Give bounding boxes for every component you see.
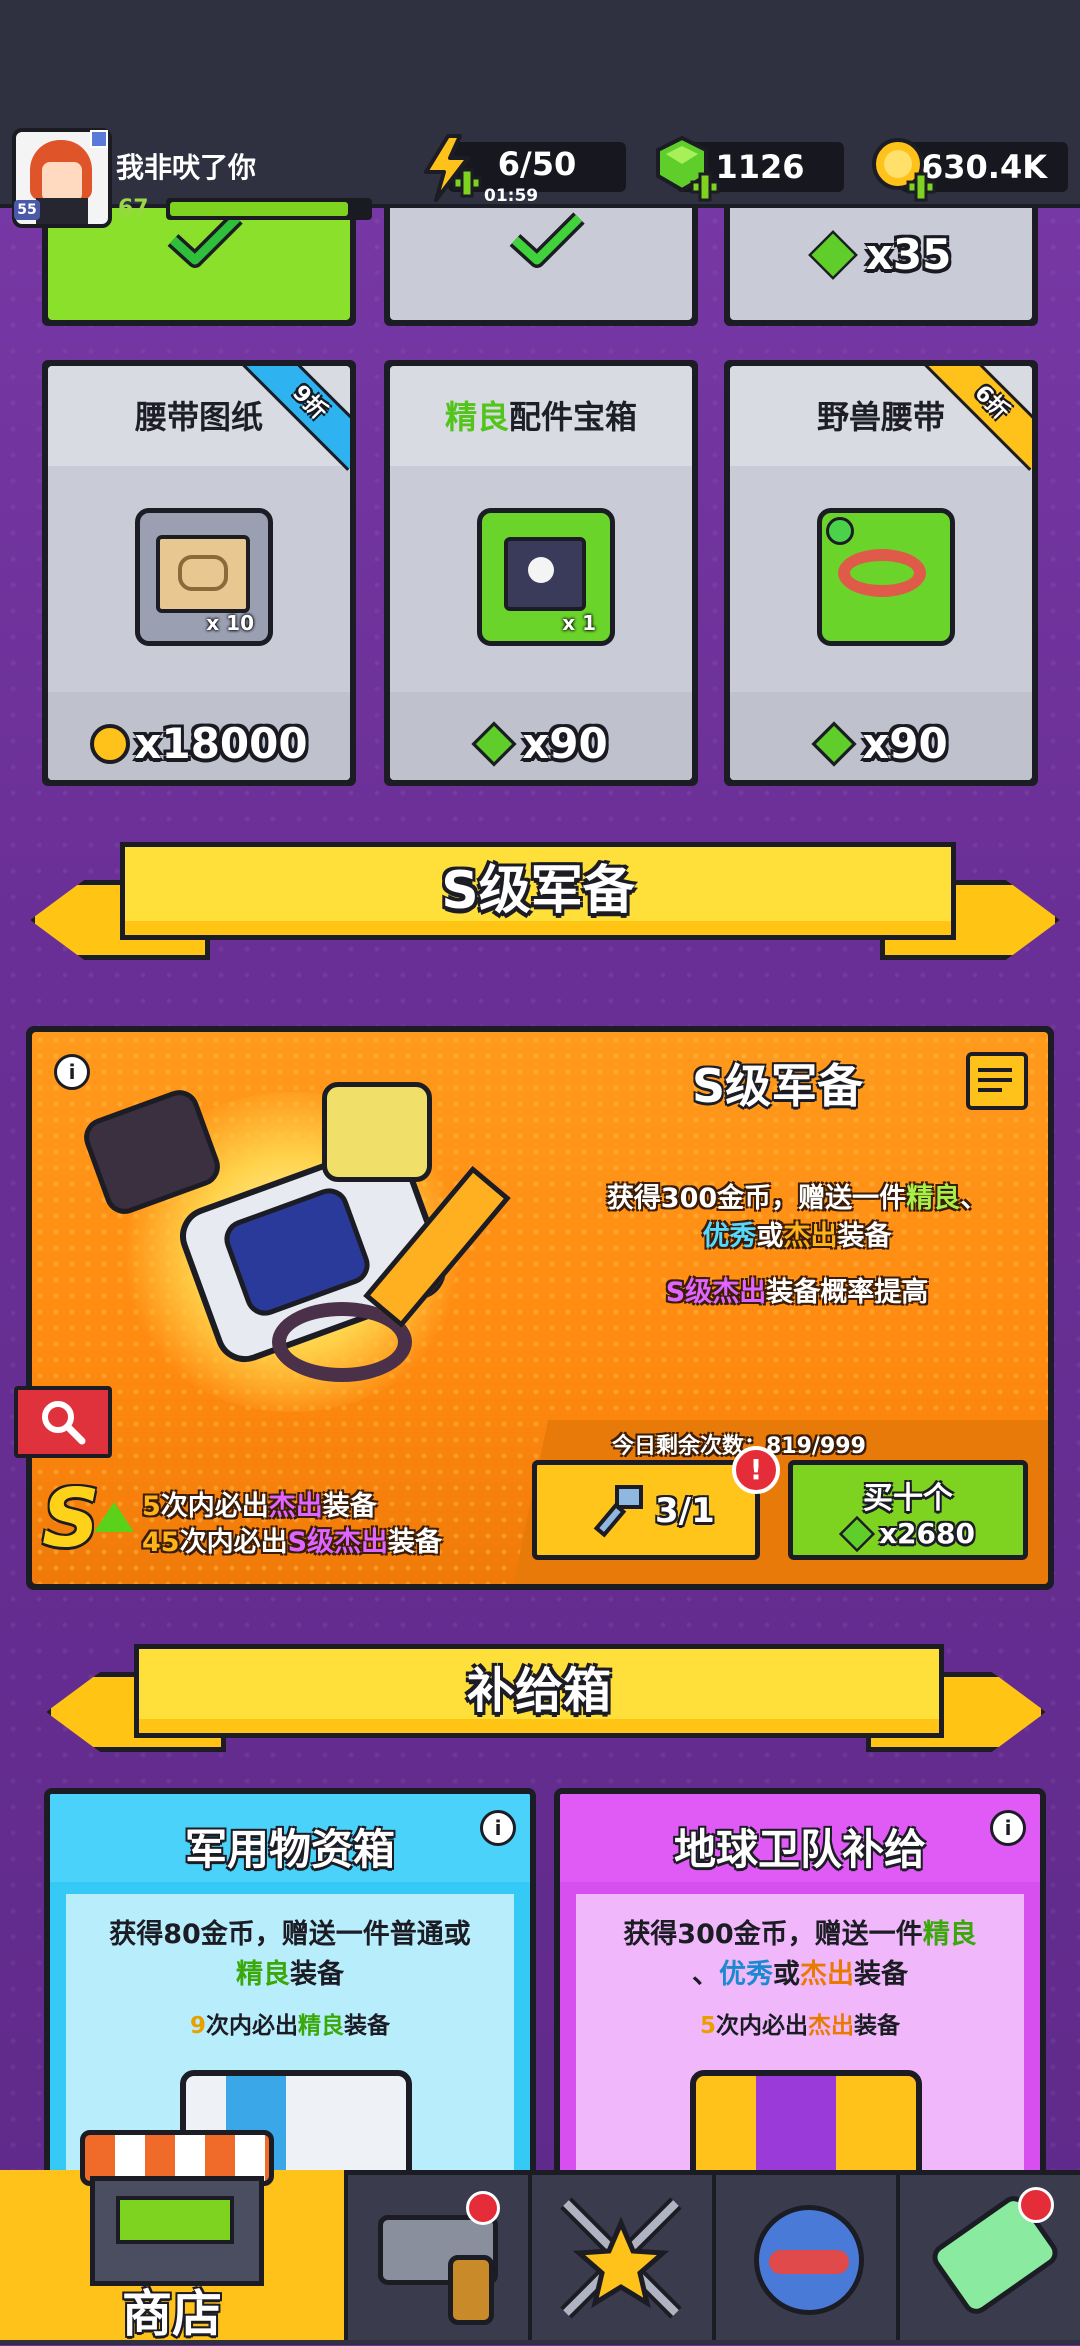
shop-icon [80, 2130, 274, 2286]
nav-tab-evolution[interactable] [896, 2175, 1080, 2340]
card-title: 精良配件宝箱 [444, 398, 638, 436]
star-swords-icon [560, 2197, 682, 2319]
nav-label-shop: 商店 [122, 2285, 222, 2343]
globe-icon [754, 2205, 864, 2315]
s-grade-icon: S [42, 1472, 100, 1565]
pity-line-1: 5次内必出杰出装备 [142, 1491, 377, 1522]
player-level-badge: 55 [14, 200, 40, 220]
top-card-2[interactable] [384, 190, 698, 326]
gem-icon [471, 720, 517, 767]
card-price: x90 [390, 716, 692, 768]
lightning-icon[interactable] [418, 132, 482, 204]
xp-bar-fill [170, 202, 348, 216]
status-bar [0, 0, 1080, 120]
player-name: 我非吠了你 [116, 151, 257, 184]
top-card-price: x35 [730, 229, 1032, 280]
nav-tab-talents[interactable] [528, 2175, 712, 2340]
list-icon[interactable] [966, 1052, 1028, 1110]
equipment-illustration [52, 1052, 542, 1432]
s-panel-title: S级军备 [692, 1059, 864, 1113]
section-title: 补给箱 [134, 1644, 944, 1738]
gem-icon [811, 720, 857, 767]
section-title: S级军备 [120, 842, 956, 940]
notification-badge [466, 2191, 500, 2225]
key-icon [593, 1485, 643, 1538]
key-open-button[interactable]: 3/1 [532, 1460, 760, 1560]
supply-title: 地球卫队补给 [673, 1825, 926, 1874]
belt-icon [817, 508, 955, 646]
supply-desc-line1: 获得80金币，赠送一件普通或 [109, 1919, 471, 1950]
supply-pity: 9次内必出精良装备 [189, 2013, 390, 2039]
chest-icon: x 1 [477, 508, 615, 646]
s-tier-panel: i S级军备 获得300金币，赠送一件精良、 优秀或杰出装备 S级杰出装备概率提… [26, 1026, 1054, 1590]
supply-title: 军用物资箱 [184, 1825, 395, 1874]
top-card-3[interactable]: x35 [724, 190, 1038, 326]
supply-desc-line2: 精良装备 [236, 1959, 344, 1990]
energy-timer: 01:59 [484, 186, 539, 206]
shop-card-fine-accessory-chest[interactable]: 精良配件宝箱 x 1 x90 [384, 360, 698, 786]
supply-desc-line2: 、优秀或杰出装备 [692, 1959, 908, 1990]
buy-ten-button[interactable]: 买十个 x2680 [788, 1460, 1028, 1560]
gem-icon [838, 1515, 876, 1552]
alert-badge: ! [732, 1446, 780, 1494]
nav-tab-world[interactable] [712, 2175, 896, 2340]
upgrade-arrow-icon [1018, 2187, 1054, 2223]
search-button[interactable] [14, 1386, 112, 1458]
xp-level: 67 [118, 196, 149, 221]
card-price: x18000 [48, 716, 350, 768]
shop-card-belt-blueprint[interactable]: 腰带图纸 9折 x 10 x18000 [42, 360, 356, 786]
avatar-badge-icon [90, 130, 108, 148]
gem-plus-icon[interactable] [652, 134, 720, 202]
pity-line-2: 45次内必出S级杰出装备 [142, 1527, 443, 1558]
nav-tab-weapons[interactable] [344, 2175, 528, 2340]
checkmark-icon [509, 212, 585, 268]
s-panel-desc-line2: 优秀或杰出装备 [702, 1221, 892, 1252]
gem-icon [807, 229, 858, 280]
supply-pity: 5次内必出杰出装备 [699, 2013, 900, 2039]
coin-icon [90, 723, 131, 764]
s-panel-desc-line3: S级杰出装备概率提高 [665, 1277, 929, 1308]
card-price: x90 [730, 716, 1032, 768]
arrow-up-icon [94, 1502, 134, 1532]
search-icon [42, 1401, 86, 1445]
earth-guard-supply-box[interactable]: i 地球卫队补给 获得300金币，赠送一件精良 、优秀或杰出装备 5次内必出杰出… [554, 1788, 1046, 2220]
blueprint-icon: x 10 [135, 508, 273, 646]
nav-tab-shop[interactable]: 商店 [0, 2130, 349, 2343]
supply-desc-line1: 获得300金币，赠送一件精良 [623, 1919, 977, 1950]
s-panel-desc-line1: 获得300金币，赠送一件精良、 [606, 1183, 988, 1214]
shop-card-beast-belt[interactable]: 野兽腰带 6折 x90 [724, 360, 1038, 786]
coin-plus-icon[interactable] [868, 134, 936, 202]
